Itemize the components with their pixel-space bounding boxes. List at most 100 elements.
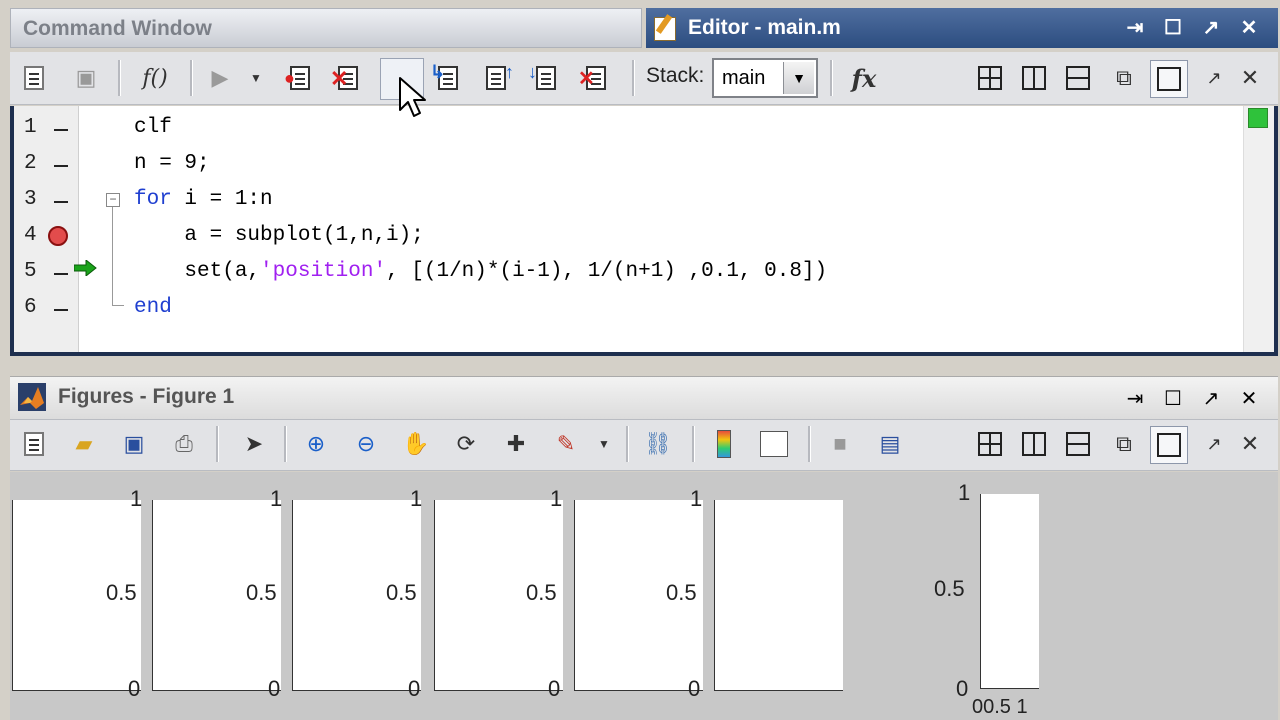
open-file-button[interactable]: ▰ [66,426,102,462]
editor-tab[interactable]: Editor - main.m ⇥ ☐ ↗ ✕ [646,8,1278,48]
float-button[interactable]: ⧉ [1106,426,1142,462]
maximize-document-button[interactable] [1150,426,1188,464]
new-file-button[interactable] [16,60,52,96]
toolbar-separator [284,426,287,462]
run-button[interactable]: ▶ [202,60,238,96]
float-button[interactable]: ⧉ [1106,60,1142,96]
close-icon[interactable]: ✕ [1230,8,1268,48]
plot-tools-hide-icon: ■ [833,431,847,456]
print-button[interactable]: ⎙ [166,426,202,462]
code-line: clf [134,116,172,139]
tile-rows-button[interactable] [1060,60,1096,96]
code-editor[interactable]: 1 2 3 4 5 6 − clf n = 9; for i = 1:n a =… [10,106,1278,356]
brush-button[interactable]: ✎ [548,426,584,462]
executable-line-marker[interactable] [54,273,68,275]
undock-icon[interactable]: ↗ [1192,386,1230,411]
y-tick-label: 1 [690,486,703,511]
clear-breakpoints-button[interactable]: ✕ [330,60,366,96]
brush-icon: ✎ [556,431,576,456]
legend-button[interactable] [756,426,792,462]
function-browser-button[interactable]: fx [844,60,884,96]
zoom-in-button[interactable]: ⊕ [298,426,334,462]
dock-icon[interactable]: ⇥ [1116,386,1154,411]
tile-columns-button[interactable] [1016,426,1052,462]
executable-line-marker[interactable] [54,165,68,167]
zoom-out-icon: ⊖ [356,431,376,456]
zoom-out-button[interactable]: ⊖ [348,426,384,462]
tile-grid-button[interactable] [972,60,1008,96]
pan-button[interactable]: ✋ [398,426,434,462]
executable-line-marker[interactable] [54,309,68,311]
vertical-scrollbar[interactable] [1243,106,1274,352]
y-tick-label: 0 [408,676,421,701]
zoom-in-icon: ⊕ [306,431,326,456]
close-icon[interactable]: ✕ [1230,386,1268,411]
columns-layout-icon [1022,66,1046,90]
brush-dropdown[interactable]: ▼ [594,426,614,462]
undock-icon[interactable]: ↗ [1192,8,1230,48]
fold-guide [112,207,113,305]
save-icon: ▣ [123,431,145,456]
step-out-button[interactable]: ↑ [478,60,514,96]
function-button[interactable]: f() [132,60,178,96]
subplot-axes[interactable] [714,500,843,691]
analysis-status-indicator[interactable] [1248,108,1268,128]
exit-debug-button[interactable]: ✕ [578,60,614,96]
save-button[interactable]: ▣ [68,60,104,96]
line-number: 4 [24,224,37,247]
plot-tools-show-icon: ▤ [879,431,901,456]
legend-icon [760,431,788,457]
hide-plot-tools-button[interactable]: ■ [822,426,858,462]
breakpoint-icon[interactable] [48,226,68,246]
close-document-button[interactable]: ✕ [1232,426,1268,462]
y-tick-label: 1 [958,480,971,505]
fold-toggle[interactable]: − [106,193,120,207]
x-tick-labels: 00.5 1 [972,696,1028,718]
figure-canvas[interactable]: 1 0.5 0 1 0.5 0 1 0.5 0 1 0.5 0 1 0.5 0 … [10,472,1278,720]
link-plot-button[interactable]: ⛓ [640,426,676,462]
executable-line-marker[interactable] [54,201,68,203]
undock-document-button[interactable]: ↗ [1196,60,1232,96]
toolbar-separator [118,60,121,96]
float-icon: ⧉ [1116,431,1132,456]
undock-document-button[interactable]: ↗ [1196,426,1232,462]
keyword: end [134,296,172,319]
subplot-axes[interactable] [980,494,1039,689]
y-tick-label: 1 [550,486,563,511]
maximize-icon[interactable]: ☐ [1154,386,1192,411]
code-text: , [(1/n)*(i-1), 1/(n+1) ,0.1, 0.8]) [386,260,828,283]
new-figure-button[interactable] [16,426,52,462]
undock-icon: ↗ [1206,433,1222,454]
chevron-down-icon[interactable]: ▼ [783,62,814,94]
close-icon: ✕ [1240,65,1260,90]
y-tick-label: 0.5 [526,580,557,605]
figures-window-controls: ⇥ ☐ ↗ ✕ [1116,378,1268,418]
close-document-button[interactable]: ✕ [1232,60,1268,96]
show-plot-tools-button[interactable]: ▤ [872,426,908,462]
keyword: for [134,188,172,211]
dock-icon[interactable]: ⇥ [1116,8,1154,48]
figures-title: Figures - Figure 1 [58,385,235,408]
executable-line-marker[interactable] [54,129,68,131]
continue-button[interactable]: ↓ [528,60,564,96]
maximize-icon[interactable]: ☐ [1154,8,1192,48]
edit-plot-button[interactable]: ➤ [236,426,272,462]
colorbar-button[interactable] [706,426,742,462]
code-text: set(a, [134,260,261,283]
y-tick-label: 0 [268,676,281,701]
stack-value: main [722,67,766,89]
command-window-tab[interactable]: Command Window [10,8,642,48]
set-breakpoint-button[interactable]: ● [282,60,318,96]
tile-columns-button[interactable] [1016,60,1052,96]
tile-grid-button[interactable] [972,426,1008,462]
data-cursor-button[interactable]: ✚ [498,426,534,462]
step-in-button[interactable]: ↳ [430,60,466,96]
stack-select[interactable]: main ▼ [712,58,818,98]
colorbar-icon [717,430,731,458]
rotate-3d-button[interactable]: ⟳ [448,426,484,462]
maximize-document-button[interactable] [1150,60,1188,98]
tile-rows-button[interactable] [1060,426,1096,462]
figures-titlebar: Figures - Figure 1 ⇥ ☐ ↗ ✕ [10,376,1278,420]
save-figure-button[interactable]: ▣ [116,426,152,462]
run-dropdown[interactable]: ▼ [246,60,266,96]
